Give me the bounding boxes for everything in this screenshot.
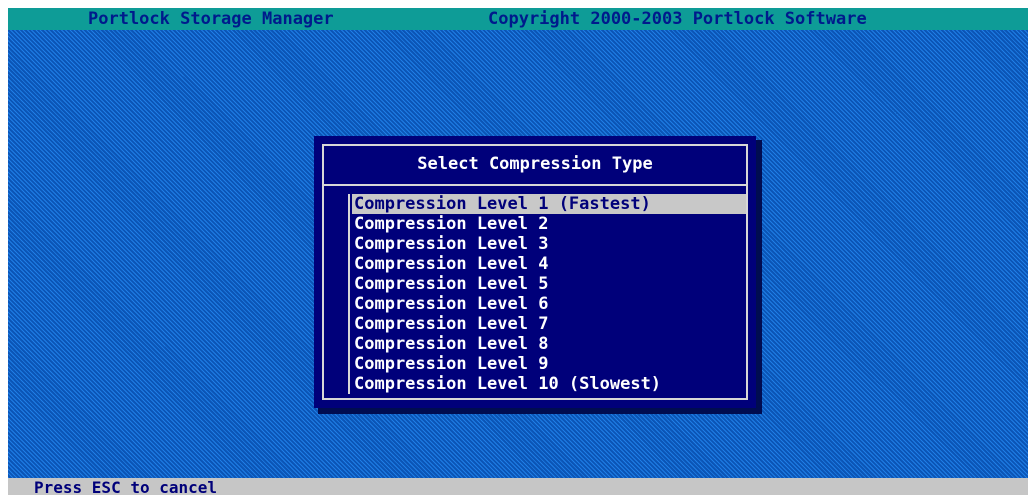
compression-level-6-item[interactable]: Compression Level 6 bbox=[352, 294, 748, 314]
compression-level-8-item[interactable]: Compression Level 8 bbox=[352, 334, 748, 354]
compression-level-3-item[interactable]: Compression Level 3 bbox=[352, 234, 748, 254]
status-bar: Press ESC to cancel bbox=[8, 478, 1028, 495]
compression-level-10-item[interactable]: Compression Level 10 (Slowest) bbox=[352, 374, 748, 394]
status-hint: Press ESC to cancel bbox=[34, 478, 218, 495]
compression-type-dialog: Select Compression Type Compression Leve… bbox=[314, 136, 756, 408]
compression-level-5-item[interactable]: Compression Level 5 bbox=[352, 274, 748, 294]
compression-level-7-item[interactable]: Compression Level 7 bbox=[352, 314, 748, 334]
compression-level-2-item[interactable]: Compression Level 2 bbox=[352, 214, 748, 234]
dialog-title: Select Compression Type bbox=[417, 154, 653, 174]
copyright-notice: Copyright 2000-2003 Portlock Software bbox=[488, 9, 867, 29]
compression-level-list: Compression Level 1 (Fastest) Compressio… bbox=[352, 194, 748, 394]
screen: Portlock Storage Manager Copyright 2000-… bbox=[0, 0, 1036, 495]
compression-level-4-item[interactable]: Compression Level 4 bbox=[352, 254, 748, 274]
desktop-background: Select Compression Type Compression Leve… bbox=[8, 30, 1028, 478]
compression-level-9-item[interactable]: Compression Level 9 bbox=[352, 354, 748, 374]
list-left-rule bbox=[348, 194, 350, 394]
title-bar: Portlock Storage Manager Copyright 2000-… bbox=[8, 8, 1028, 30]
app-title: Portlock Storage Manager bbox=[88, 9, 334, 29]
dialog-header-divider bbox=[322, 184, 748, 186]
compression-level-1-item[interactable]: Compression Level 1 (Fastest) bbox=[352, 194, 746, 214]
